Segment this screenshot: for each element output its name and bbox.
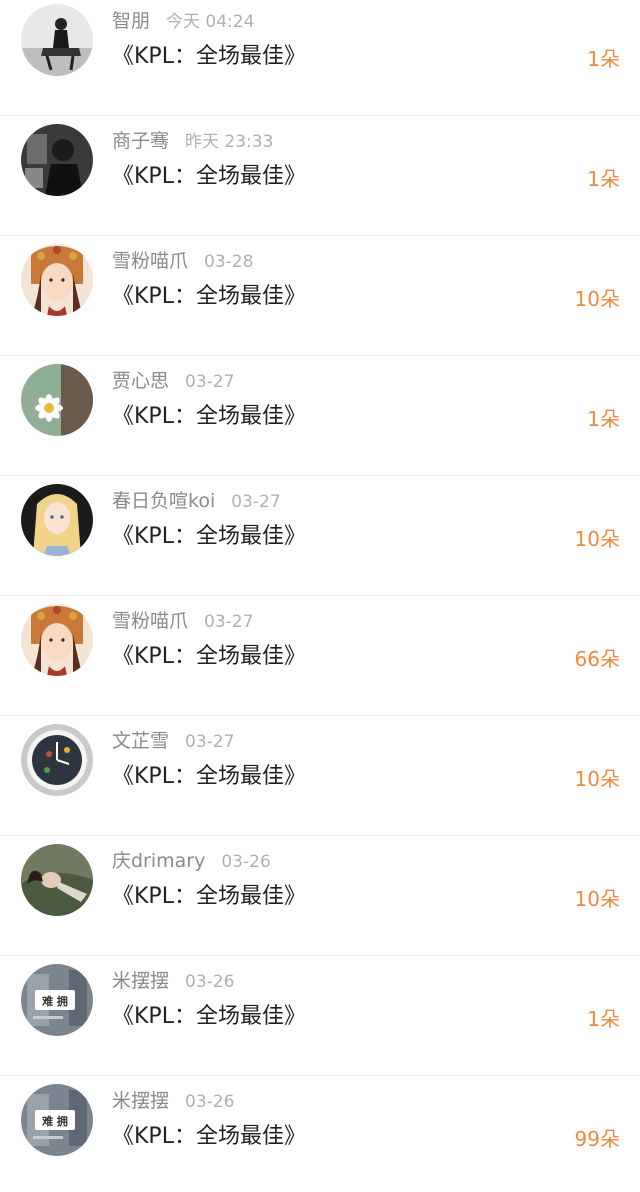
timestamp: 03-26 [221,852,271,872]
flower-count: 66朵 [574,647,620,671]
flower-count: 1朵 [587,47,620,71]
avatar[interactable] [21,4,93,76]
row-meta: 文芷雪 03-27 [112,728,234,754]
timestamp: 03-27 [204,612,254,632]
flower-count: 10朵 [574,887,620,911]
user-name[interactable]: 贾心思 [112,370,169,392]
timestamp: 今天 04:24 [166,12,255,32]
gift-title: 《KPL：全场最佳》 [112,524,306,549]
flower-count: 10朵 [574,287,620,311]
row-meta: 米摆摆 03-26 [112,968,234,994]
timestamp: 03-27 [231,492,281,512]
user-name[interactable]: 智朋 [112,10,150,32]
avatar[interactable] [21,244,93,316]
row-meta: 米摆摆 03-26 [112,1088,234,1114]
timestamp: 昨天 23:33 [185,132,274,152]
row-meta: 庆drimary 03-26 [112,848,271,874]
flower-count: 1朵 [587,407,620,431]
timestamp: 03-28 [204,252,254,272]
list-item[interactable]: 雪粉喵爪 03-27 《KPL：全场最佳》 66朵 [0,596,640,716]
user-name[interactable]: 雪粉喵爪 [112,250,188,272]
flower-count: 1朵 [587,167,620,191]
user-name[interactable]: 文芷雪 [112,730,169,752]
gift-title: 《KPL：全场最佳》 [112,284,306,309]
row-meta: 商子骞 昨天 23:33 [112,128,273,154]
timestamp: 03-26 [185,1092,235,1112]
flower-count: 10朵 [574,767,620,791]
list-item[interactable]: 难 拥 米摆摆 03-26 《KPL：全场最佳》 99朵 [0,1076,640,1192]
user-name[interactable]: 商子骞 [112,130,169,152]
user-name[interactable]: 米摆摆 [112,1090,169,1112]
gift-title: 《KPL：全场最佳》 [112,44,306,69]
row-meta: 贾心思 03-27 [112,368,234,394]
flower-count: 10朵 [574,527,620,551]
row-meta: 智朋 今天 04:24 [112,8,254,34]
flower-count: 1朵 [587,1007,620,1031]
avatar[interactable] [21,844,93,916]
list-item[interactable]: 智朋 今天 04:24 《KPL：全场最佳》 1朵 [0,0,640,116]
row-meta: 雪粉喵爪 03-27 [112,608,253,634]
user-name[interactable]: 春日负喧koi [112,490,215,512]
timestamp: 03-27 [185,372,235,392]
list-item[interactable]: 文芷雪 03-27 《KPL：全场最佳》 10朵 [0,716,640,836]
svg-text:难 拥: 难 拥 [41,1114,68,1128]
flower-count: 99朵 [574,1127,620,1151]
row-meta: 雪粉喵爪 03-28 [112,248,253,274]
user-name[interactable]: 庆drimary [112,850,205,872]
svg-text:难 拥: 难 拥 [41,994,68,1008]
gift-title: 《KPL：全场最佳》 [112,164,306,189]
gift-title: 《KPL：全场最佳》 [112,644,306,669]
avatar[interactable] [21,724,93,796]
list-item[interactable]: 庆drimary 03-26 《KPL：全场最佳》 10朵 [0,836,640,956]
list-item[interactable]: 难 拥 米摆摆 03-26 《KPL：全场最佳》 1朵 [0,956,640,1076]
gift-record-list: 智朋 今天 04:24 《KPL：全场最佳》 1朵 商子骞 昨天 23:33 《KPL：全场… [0,0,640,1192]
user-name[interactable]: 米摆摆 [112,970,169,992]
avatar[interactable] [21,124,93,196]
timestamp: 03-26 [185,972,235,992]
avatar[interactable] [21,484,93,556]
gift-title: 《KPL：全场最佳》 [112,1004,306,1029]
avatar[interactable]: 难 拥 [21,964,93,1036]
list-item[interactable]: 雪粉喵爪 03-28 《KPL：全场最佳》 10朵 [0,236,640,356]
gift-title: 《KPL：全场最佳》 [112,404,306,429]
avatar[interactable]: 难 拥 [21,1084,93,1156]
list-item[interactable]: 贾心思 03-27 《KPL：全场最佳》 1朵 [0,356,640,476]
avatar[interactable] [21,364,93,436]
row-meta: 春日负喧koi 03-27 [112,488,281,514]
gift-title: 《KPL：全场最佳》 [112,1124,306,1149]
gift-title: 《KPL：全场最佳》 [112,884,306,909]
avatar[interactable] [21,604,93,676]
timestamp: 03-27 [185,732,235,752]
list-item[interactable]: 商子骞 昨天 23:33 《KPL：全场最佳》 1朵 [0,116,640,236]
list-item[interactable]: 春日负喧koi 03-27 《KPL：全场最佳》 10朵 [0,476,640,596]
gift-title: 《KPL：全场最佳》 [112,764,306,789]
user-name[interactable]: 雪粉喵爪 [112,610,188,632]
